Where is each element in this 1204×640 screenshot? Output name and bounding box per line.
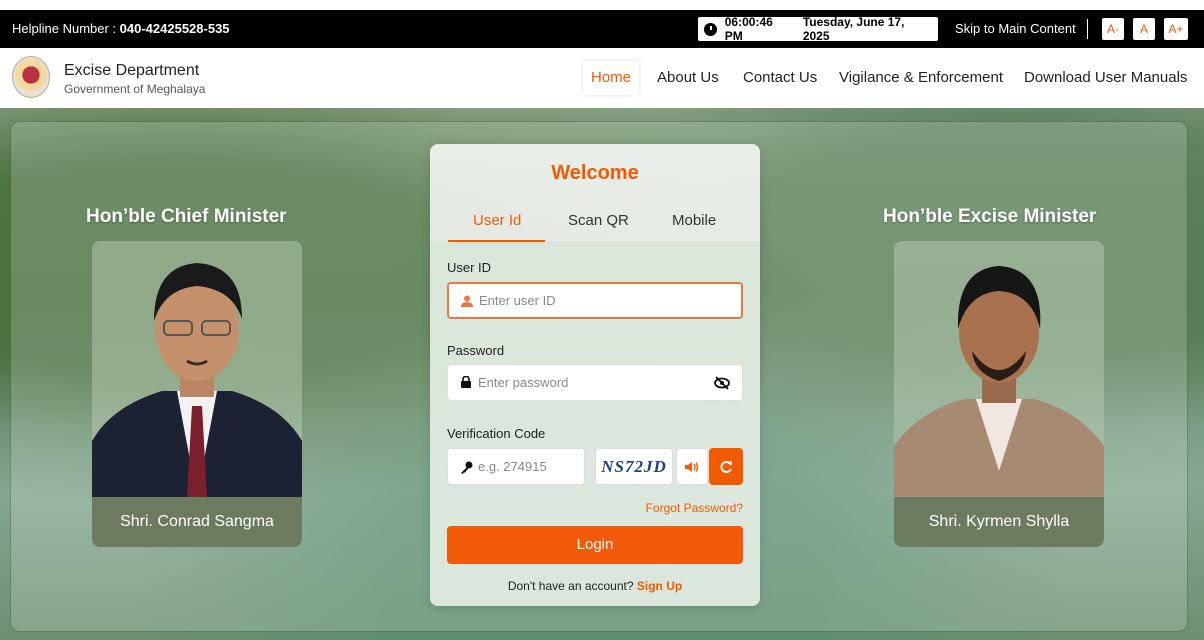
tab-user-id[interactable]: User Id (473, 212, 521, 229)
captcha-image: NS72JD (595, 448, 673, 485)
govt-name: Government of Meghalaya (64, 82, 206, 96)
font-decrease-button[interactable]: A- (1102, 18, 1124, 40)
refresh-icon (720, 460, 732, 473)
password-field[interactable] (447, 364, 743, 401)
verification-label: Verification Code (447, 426, 546, 441)
helpline-number: 040-42425528-535 (119, 21, 230, 36)
chief-minister-title: Hon’ble Chief Minister (86, 206, 287, 227)
password-input[interactable] (478, 365, 718, 400)
no-account-text: Don't have an account? (507, 579, 637, 593)
welcome-heading: Welcome (551, 162, 639, 184)
helpline: Helpline Number : 040-42425528-535 (12, 21, 230, 36)
emblem-logo (12, 56, 50, 98)
top-bar: Helpline Number : 040-42425528-535 06:00… (0, 10, 1204, 48)
verification-field[interactable] (447, 448, 585, 485)
refresh-captcha-button[interactable] (709, 448, 743, 485)
font-normal-button[interactable]: A (1133, 18, 1155, 40)
site-header: Excise Department Government of Meghalay… (0, 48, 1204, 108)
user-icon (461, 295, 473, 307)
lock-icon (461, 376, 471, 388)
helpline-label: Helpline Number : (12, 21, 120, 36)
current-time: 06:00:46 PM (724, 15, 773, 43)
userid-input[interactable] (479, 284, 719, 317)
audio-captcha-button[interactable] (676, 448, 708, 485)
nav-contact-us[interactable]: Contact Us (735, 61, 825, 95)
tab-mobile[interactable]: Mobile (672, 212, 716, 229)
chief-minister-photo (92, 241, 302, 497)
login-button[interactable]: Login (447, 526, 743, 564)
chief-minister-card: Shri. Conrad Sangma (92, 241, 302, 547)
login-card: Welcome User Id Scan QR Mobile User ID P… (430, 144, 760, 606)
chief-minister-name: Shri. Conrad Sangma (92, 497, 302, 547)
userid-field[interactable] (447, 282, 743, 319)
signup-row: Don't have an account? Sign Up (430, 579, 760, 593)
userid-label: User ID (447, 260, 492, 275)
dept-name: Excise Department (64, 62, 200, 79)
forgot-password-link[interactable]: Forgot Password? (646, 501, 743, 515)
nav-download-manuals[interactable]: Download User Manuals (1016, 61, 1195, 95)
date-time-display: 06:00:46 PM Tuesday, June 17, 2025 (698, 15, 938, 43)
password-label: Password (447, 343, 505, 358)
nav-about-us[interactable]: About Us (649, 61, 727, 95)
eye-slash-icon[interactable] (714, 376, 730, 390)
tab-scan-qr[interactable]: Scan QR (568, 212, 629, 229)
key-icon (461, 461, 473, 474)
speaker-icon (685, 462, 699, 472)
excise-minister-title: Hon’ble Excise Minister (883, 206, 1097, 227)
verification-input[interactable] (478, 449, 578, 484)
excise-minister-name: Shri. Kyrmen Shylla (894, 497, 1104, 547)
current-date: Tuesday, June 17, 2025 (802, 15, 905, 43)
login-tabs: User Id Scan QR Mobile (430, 202, 760, 242)
login-form: User ID Password Verification Code NS72J… (430, 242, 760, 606)
excise-minister-card: Shri. Kyrmen Shylla (894, 241, 1104, 547)
nav-home[interactable]: Home (583, 61, 640, 95)
skip-to-main-link[interactable]: Skip to Main Content (955, 21, 1076, 36)
divider (1087, 19, 1088, 39)
font-increase-button[interactable]: A+ (1164, 18, 1188, 40)
clock-icon (704, 22, 717, 36)
signup-link[interactable]: Sign Up (637, 579, 682, 593)
nav-vigilance[interactable]: Vigilance & Enforcement (831, 61, 1011, 95)
excise-minister-photo (894, 241, 1104, 497)
